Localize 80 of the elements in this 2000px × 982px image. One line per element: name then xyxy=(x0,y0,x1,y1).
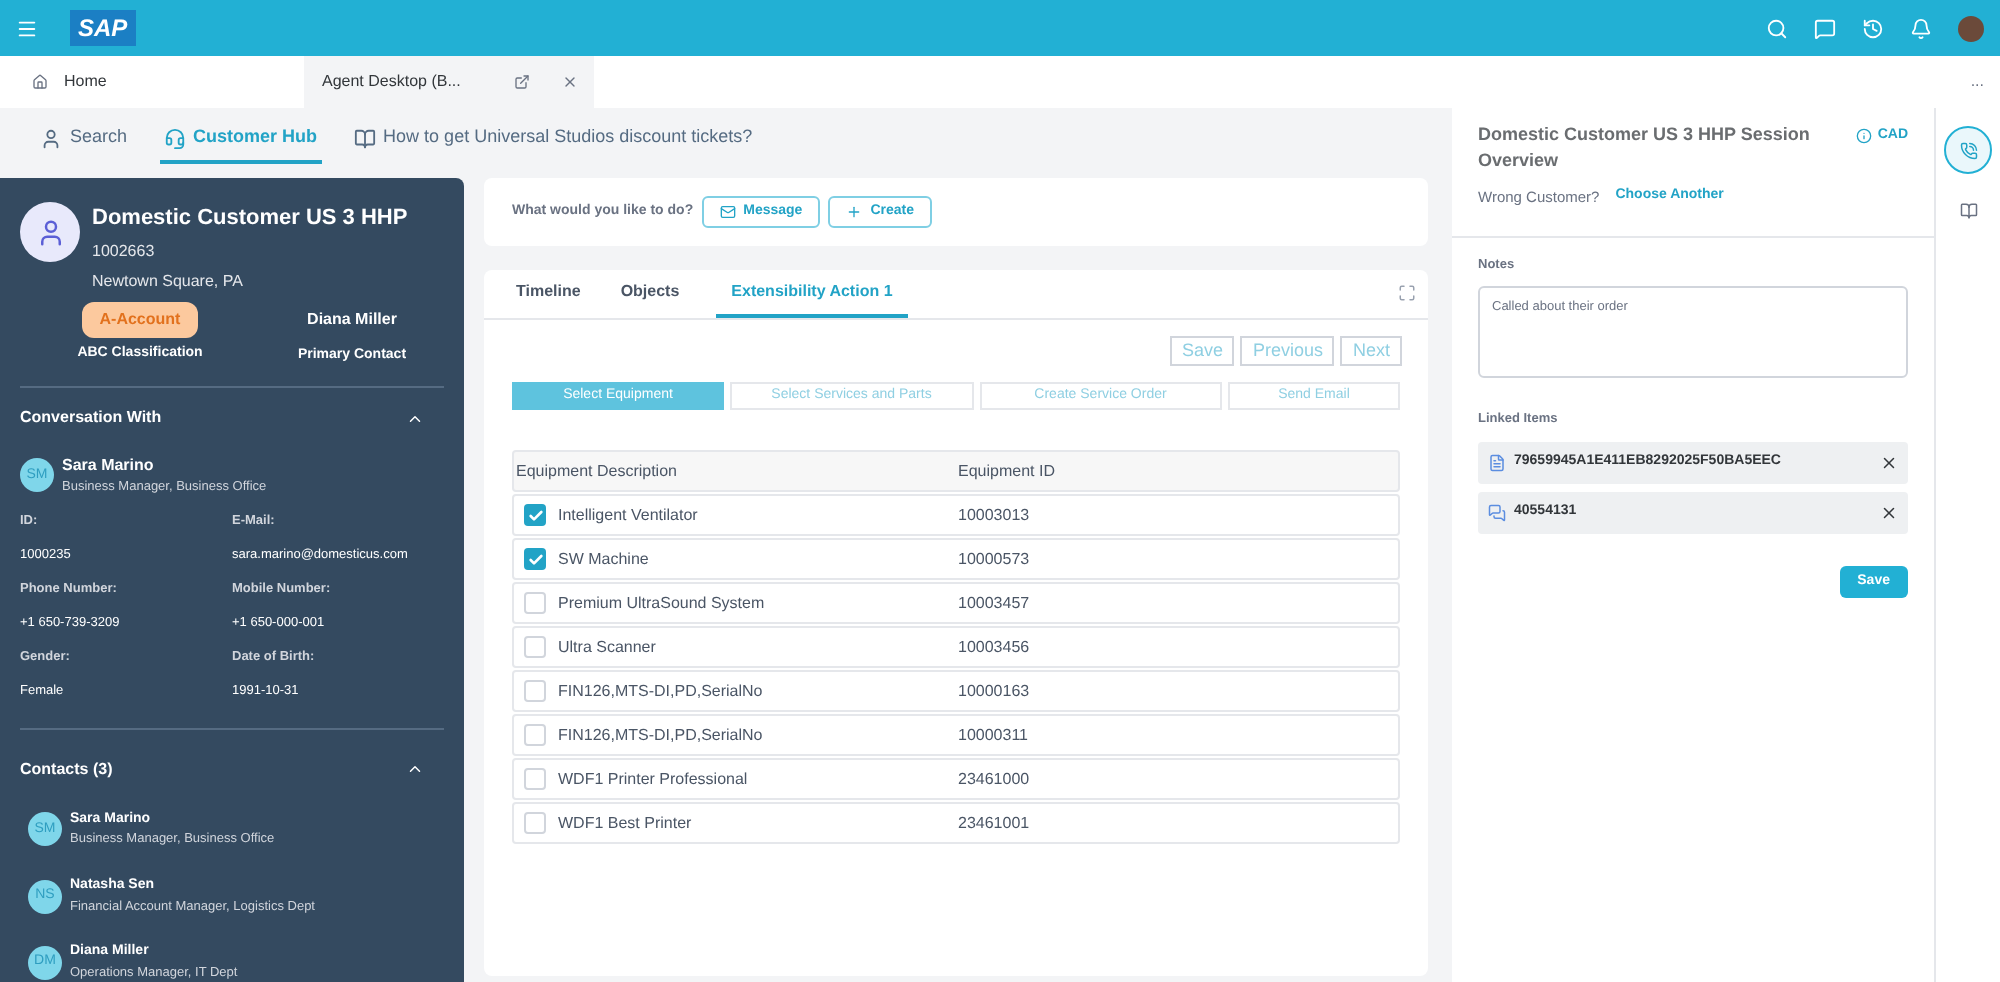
table-cell-text: Ultra Scanner xyxy=(558,635,658,659)
mail-icon xyxy=(719,204,736,220)
check-icon xyxy=(527,551,543,567)
checkbox[interactable] xyxy=(524,504,546,526)
book-icon[interactable] xyxy=(1959,202,1977,220)
chat-icon xyxy=(1488,503,1506,522)
checkbox[interactable] xyxy=(524,636,546,658)
close-icon[interactable] xyxy=(562,74,578,90)
table-cell: 23461001 xyxy=(958,811,1030,835)
info-icon xyxy=(1855,128,1872,145)
detail-tab[interactable]: Extensibility Action 1 xyxy=(715,270,909,318)
table-cell: 10000311 xyxy=(958,723,1028,747)
app-tab[interactable]: Agent Desktop (B... xyxy=(304,56,594,108)
remove-icon[interactable] xyxy=(1880,503,1898,522)
tab-label: Agent Desktop (B... xyxy=(322,70,461,94)
checkbox[interactable] xyxy=(524,768,546,790)
call-button[interactable] xyxy=(1944,126,1992,174)
home-icon xyxy=(32,74,48,90)
column-header: Equipment Description xyxy=(514,459,679,483)
detail-tab[interactable]: Objects xyxy=(616,270,684,318)
more-text[interactable]: ... xyxy=(1970,70,1984,94)
checkbox[interactable] xyxy=(524,592,546,614)
book-icon xyxy=(353,127,376,149)
logo: SAP xyxy=(70,10,136,46)
checkbox[interactable] xyxy=(524,724,546,746)
person-name: Sara Marino xyxy=(62,454,156,478)
table-row[interactable]: FIN126,MTS-DI,PD,SerialNo 10000311 xyxy=(512,714,1400,756)
table-row[interactable]: Ultra Scanner 10003456 xyxy=(512,626,1400,668)
table-cell-text: SW Machine xyxy=(558,547,651,571)
menu-icon[interactable] xyxy=(16,17,38,39)
table-row[interactable]: Premium UltraSound System 10003457 xyxy=(512,582,1400,624)
table-cell: 10003456 xyxy=(958,635,1030,659)
table-row[interactable]: WDF1 Printer Professional 23461000 xyxy=(512,758,1400,800)
table-cell-text: FIN126,MTS-DI,PD,SerialNo xyxy=(558,679,765,703)
primary-contact-name: Diana Miller xyxy=(307,307,397,331)
session-title: Domestic Customer US 3 HHP Session Overview xyxy=(1478,122,1812,174)
user-avatar[interactable] xyxy=(1958,15,1984,41)
column-header: Equipment ID xyxy=(958,459,1055,483)
table-cell: 10000163 xyxy=(958,679,1030,703)
table-cell-text: WDF1 Best Printer xyxy=(558,811,694,835)
section-title: Conversation With xyxy=(20,406,162,430)
checkbox[interactable] xyxy=(524,812,546,834)
customer-id: 1002663 xyxy=(92,239,157,263)
phone-icon xyxy=(1959,141,1977,159)
chat-icon[interactable] xyxy=(1814,17,1836,39)
person-icon xyxy=(35,217,65,247)
table-cell-text: Premium UltraSound System xyxy=(558,591,767,615)
account-badge: A-Account xyxy=(81,301,199,337)
history-icon[interactable] xyxy=(1862,17,1884,39)
table-row[interactable]: FIN126,MTS-DI,PD,SerialNo 10000163 xyxy=(512,670,1400,712)
search-icon[interactable] xyxy=(1766,17,1788,39)
check-icon xyxy=(527,507,543,523)
table-cell-text: WDF1 Printer Professional xyxy=(558,767,750,791)
table-cell: 23461000 xyxy=(958,767,1030,791)
nav-tab[interactable]: Search xyxy=(36,116,132,164)
table-row[interactable]: Intelligent Ventilator 10003013 xyxy=(512,494,1400,536)
headset-icon xyxy=(163,127,186,149)
tab-label: Home xyxy=(64,70,107,94)
customer-location: Newtown Square, PA xyxy=(92,269,245,293)
table-row[interactable]: WDF1 Best Printer 23461001 xyxy=(512,802,1400,844)
nav-tab[interactable]: Customer Hub xyxy=(159,116,322,164)
section-title: Contacts (3) xyxy=(20,757,113,782)
table-cell: 10003013 xyxy=(958,503,1030,527)
checkbox[interactable] xyxy=(524,680,546,702)
table-cell: 10003457 xyxy=(958,591,1030,615)
popout-icon[interactable] xyxy=(514,74,530,90)
remove-icon[interactable] xyxy=(1880,453,1898,472)
plus-icon xyxy=(846,204,863,220)
detail-tab[interactable]: Timeline xyxy=(512,270,585,318)
document-icon xyxy=(1488,453,1506,472)
checkbox[interactable] xyxy=(524,548,546,570)
fullscreen-icon[interactable] xyxy=(1398,284,1416,302)
notification-icon[interactable] xyxy=(1910,17,1932,39)
customer-name: Domestic Customer US 3 HHP xyxy=(92,204,408,234)
table-cell: 10000573 xyxy=(958,547,1030,571)
table-cell-text: Intelligent Ventilator xyxy=(558,503,700,527)
person-icon xyxy=(40,127,62,149)
nav-tab[interactable]: How to get Universal Studios discount tickets? xyxy=(349,116,757,164)
table-cell-text: FIN126,MTS-DI,PD,SerialNo xyxy=(558,723,765,747)
table-row[interactable]: SW Machine 10000573 xyxy=(512,538,1400,580)
